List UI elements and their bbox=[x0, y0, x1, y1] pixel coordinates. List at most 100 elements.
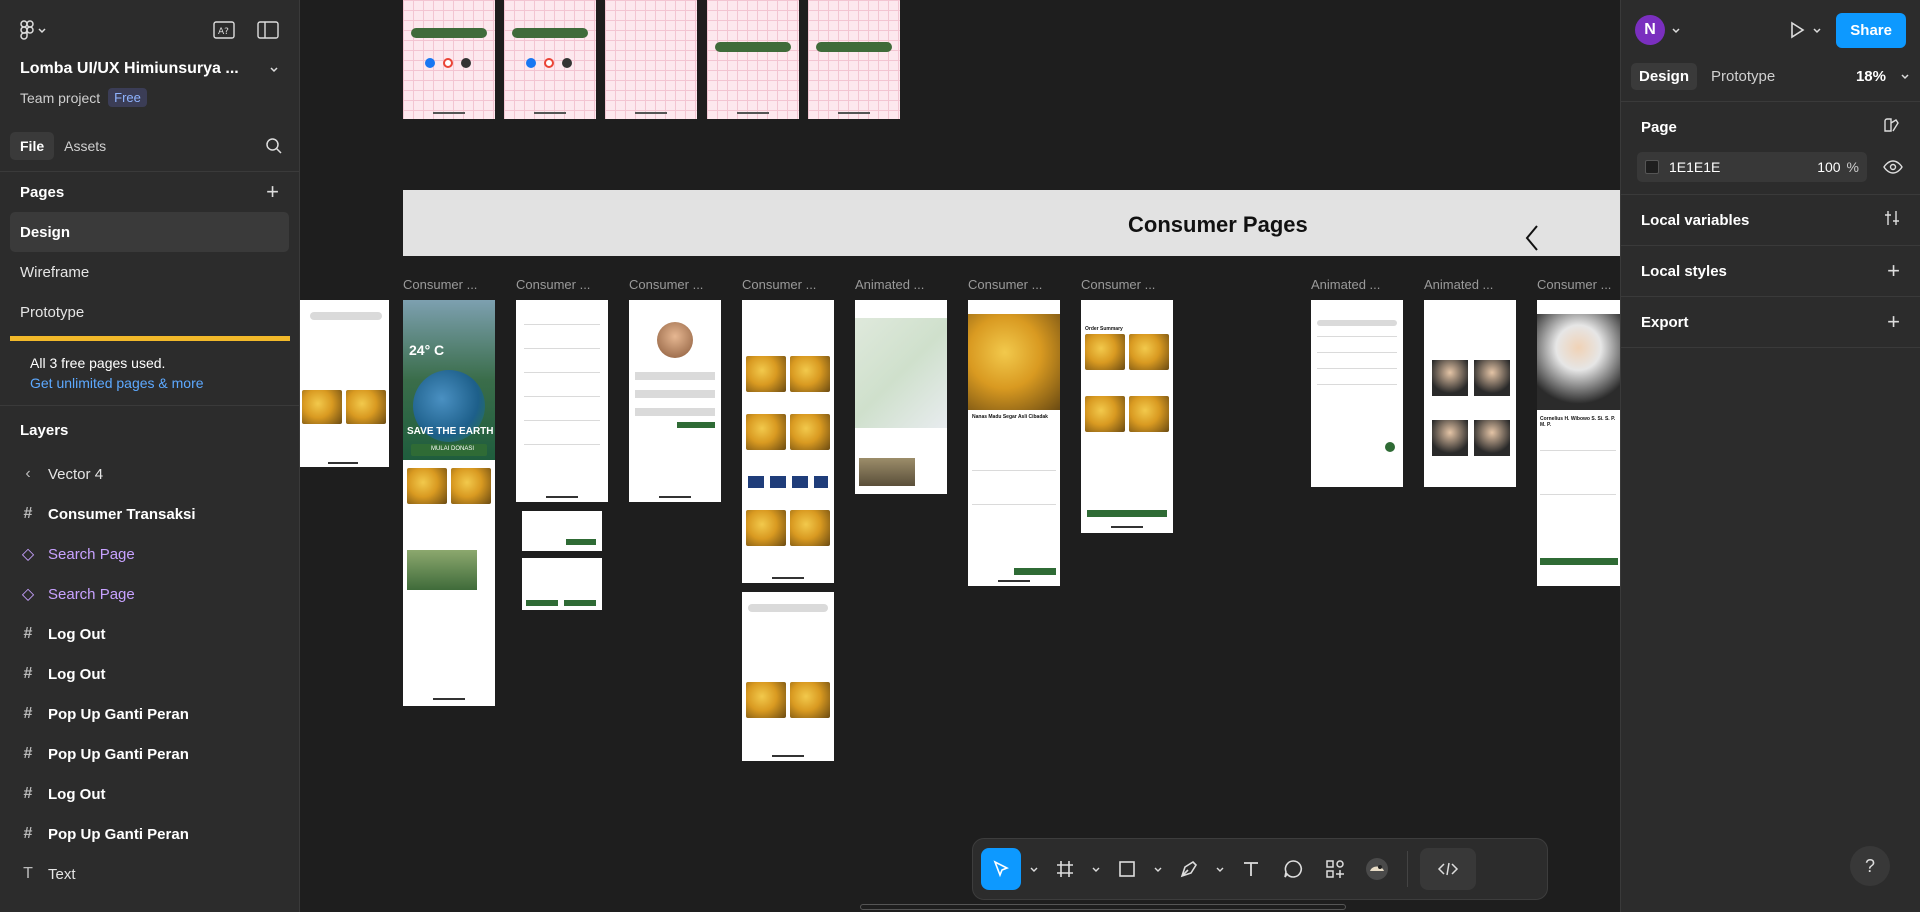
dev-mode-toggle[interactable] bbox=[1420, 848, 1476, 890]
chevron-down-icon[interactable] bbox=[269, 64, 279, 74]
popup-frame[interactable] bbox=[522, 511, 602, 551]
zoom-control[interactable]: 18% bbox=[1856, 68, 1910, 85]
toggle-sidebar-icon[interactable] bbox=[257, 21, 279, 39]
move-tool-options[interactable] bbox=[1027, 848, 1041, 890]
add-page-icon[interactable]: + bbox=[266, 179, 279, 205]
edit-profile-frame[interactable] bbox=[629, 300, 721, 502]
frame-title[interactable]: Consumer ... bbox=[1537, 277, 1611, 292]
wireframe-frame[interactable] bbox=[707, 0, 799, 119]
layer-item[interactable]: # Pop Up Ganti Peran bbox=[0, 694, 299, 734]
help-button[interactable]: ? bbox=[1850, 846, 1890, 886]
frame-title[interactable]: Consumer ... bbox=[968, 277, 1042, 292]
map-frame[interactable] bbox=[855, 300, 947, 494]
tools-toolbar bbox=[972, 838, 1548, 900]
cart-frame[interactable]: Order Summary bbox=[1081, 300, 1173, 533]
contacts-frame[interactable] bbox=[1424, 300, 1516, 487]
present-button[interactable] bbox=[1788, 21, 1822, 39]
wireframe-frame[interactable] bbox=[605, 0, 697, 119]
chevron-down-icon[interactable] bbox=[1671, 25, 1681, 35]
text-tool-button[interactable] bbox=[1233, 848, 1269, 890]
search-page-frame[interactable] bbox=[300, 300, 389, 467]
product-detail-frame[interactable]: Nanas Madu Segar Asli Cibadak bbox=[968, 300, 1060, 586]
product-image bbox=[746, 510, 786, 546]
pen-tool-button[interactable] bbox=[1171, 848, 1207, 890]
frame-title[interactable]: Consumer ... bbox=[516, 277, 590, 292]
page-item-prototype[interactable]: Prototype bbox=[0, 292, 299, 332]
page-styles-icon[interactable] bbox=[1882, 116, 1900, 138]
color-swatch[interactable] bbox=[1645, 160, 1659, 174]
visibility-eye-icon[interactable] bbox=[1883, 160, 1903, 174]
popup-frame[interactable] bbox=[522, 558, 602, 610]
layer-item[interactable]: # Pop Up Ganti Peran bbox=[0, 814, 299, 854]
tab-file[interactable]: File bbox=[10, 132, 55, 160]
frame-title[interactable]: Animated ... bbox=[1311, 277, 1380, 292]
shape-tool-options[interactable] bbox=[1151, 848, 1165, 890]
layer-item[interactable]: ◇ Search Page bbox=[0, 574, 299, 614]
frame-title[interactable]: Consumer ... bbox=[1081, 277, 1155, 292]
tab-prototype[interactable]: Prototype bbox=[1703, 63, 1783, 90]
frame-tool-options[interactable] bbox=[1089, 848, 1103, 890]
page-color-value[interactable]: 1E1E1E bbox=[1669, 159, 1720, 175]
comment-tool-button[interactable] bbox=[1275, 848, 1311, 890]
export-section[interactable]: Export + bbox=[1621, 297, 1920, 348]
layer-item[interactable]: # Log Out bbox=[0, 654, 299, 694]
layer-item[interactable]: # Consumer Transaksi bbox=[0, 494, 299, 534]
project-name-row[interactable]: Lomba UI/UX Himiunsurya ... bbox=[20, 60, 279, 78]
person-detail-frame[interactable]: Cornelius H. Wibowo S. Si. S. P. M. P. bbox=[1537, 300, 1620, 586]
plugin-button[interactable] bbox=[1359, 848, 1395, 890]
layer-item[interactable]: # Log Out bbox=[0, 774, 299, 814]
home-frame[interactable]: 24° C SAVE THE EARTH MULAI DONASI bbox=[403, 300, 495, 706]
ai-text-icon[interactable]: A? bbox=[213, 21, 235, 39]
avatar[interactable]: N bbox=[1635, 15, 1665, 45]
frame-title[interactable]: Consumer ... bbox=[629, 277, 703, 292]
chevron-left-icon[interactable] bbox=[1524, 224, 1540, 252]
profile-menu-frame[interactable] bbox=[516, 300, 608, 502]
add-export-icon[interactable]: + bbox=[1887, 309, 1900, 335]
upgrade-link[interactable]: Get unlimited pages & more bbox=[30, 375, 270, 391]
zoom-level: 18% bbox=[1855, 67, 1886, 85]
move-tool-button[interactable] bbox=[981, 848, 1021, 890]
page-opacity-value[interactable]: 100 bbox=[1817, 159, 1840, 175]
page-item-wireframe[interactable]: Wireframe bbox=[0, 252, 299, 292]
share-button[interactable]: Share bbox=[1836, 12, 1906, 48]
project-name[interactable]: Lomba UI/UX Himiunsurya ... bbox=[20, 60, 239, 78]
layer-item[interactable]: ◇ Search Page bbox=[0, 534, 299, 574]
tab-assets[interactable]: Assets bbox=[54, 132, 116, 160]
search-icon[interactable] bbox=[265, 137, 283, 155]
pen-tool-options[interactable] bbox=[1213, 848, 1227, 890]
wireframe-frame[interactable] bbox=[403, 0, 495, 119]
page-color-field[interactable]: 1E1E1E 100 % bbox=[1637, 152, 1867, 182]
main-menu-button[interactable] bbox=[20, 20, 47, 40]
wireframe-frame[interactable] bbox=[504, 0, 596, 119]
frame-tool-button[interactable] bbox=[1047, 848, 1083, 890]
chevron-down-icon bbox=[1092, 867, 1100, 872]
layer-item[interactable]: ‹ Vector 4 bbox=[0, 454, 299, 494]
plan-badge[interactable]: Free bbox=[108, 88, 147, 107]
horizontal-scrollbar[interactable] bbox=[860, 904, 1346, 910]
product-list-frame[interactable] bbox=[742, 300, 834, 583]
variables-settings-icon[interactable] bbox=[1884, 210, 1900, 230]
layer-item[interactable]: # Log Out bbox=[0, 614, 299, 654]
wireframe-frame[interactable] bbox=[808, 0, 900, 119]
canvas[interactable]: Consumer Pages Consumer ... Consumer ...… bbox=[300, 0, 1620, 912]
local-styles-section[interactable]: Local styles + bbox=[1621, 246, 1920, 297]
frame-title[interactable]: Consumer ... bbox=[403, 277, 477, 292]
section-banner[interactable] bbox=[403, 190, 1620, 256]
pages-heading: Pages bbox=[20, 183, 65, 201]
shape-tool-button[interactable] bbox=[1109, 848, 1145, 890]
page-item-design[interactable]: Design bbox=[10, 212, 289, 252]
layer-item[interactable]: # Pop Up Ganti Peran bbox=[0, 734, 299, 774]
local-variables-section[interactable]: Local variables bbox=[1621, 195, 1920, 246]
facebook-icon bbox=[526, 58, 536, 68]
frame-title[interactable]: Animated ... bbox=[855, 277, 924, 292]
tab-design[interactable]: Design bbox=[1631, 62, 1698, 90]
search-page-frame[interactable] bbox=[742, 592, 834, 761]
actions-button[interactable] bbox=[1317, 848, 1353, 890]
layer-item[interactable]: T Text bbox=[0, 854, 299, 894]
checkout-button bbox=[1087, 510, 1167, 517]
frame-title[interactable]: Animated ... bbox=[1424, 277, 1493, 292]
frame-title[interactable]: Consumer ... bbox=[742, 277, 816, 292]
chat-list-frame[interactable] bbox=[1311, 300, 1403, 487]
add-style-icon[interactable]: + bbox=[1887, 258, 1900, 284]
product-image bbox=[790, 414, 830, 450]
